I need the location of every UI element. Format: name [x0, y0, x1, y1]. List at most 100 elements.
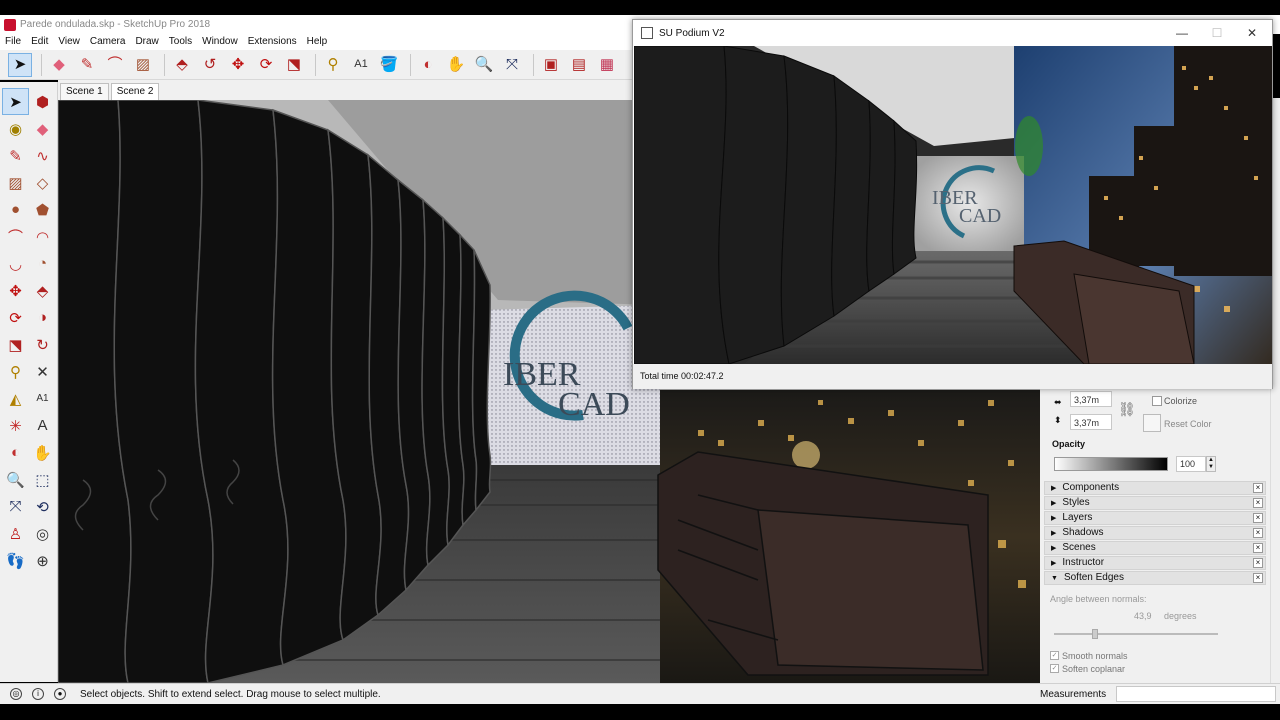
- look-around-icon[interactable]: ◎: [29, 520, 56, 547]
- pan-icon[interactable]: ✋: [444, 53, 468, 77]
- polygon-icon[interactable]: ⬟: [29, 196, 56, 223]
- colorize-checkbox[interactable]: [1152, 396, 1162, 406]
- menu-tools[interactable]: Tools: [164, 34, 197, 50]
- menu-extensions[interactable]: Extensions: [243, 34, 302, 50]
- select-icon[interactable]: ➤: [2, 88, 29, 115]
- scale-icon[interactable]: ⬔: [2, 331, 29, 358]
- menu-view[interactable]: View: [53, 34, 85, 50]
- opacity-value-field[interactable]: 100: [1176, 456, 1206, 472]
- offset-icon[interactable]: ↻: [29, 331, 56, 358]
- menu-window[interactable]: Window: [197, 34, 243, 50]
- menu-file[interactable]: File: [0, 34, 26, 50]
- close-icon[interactable]: ×: [1253, 573, 1263, 583]
- make-component-icon[interactable]: ⬢: [29, 88, 56, 115]
- rotate-icon[interactable]: ⟳: [254, 53, 278, 77]
- warehouse-icon[interactable]: ▣: [539, 53, 563, 77]
- close-icon[interactable]: ×: [1253, 543, 1263, 553]
- eraser-icon[interactable]: ◆: [29, 115, 56, 142]
- zoom-extents-icon[interactable]: ⤧: [500, 53, 524, 77]
- angle-slider-thumb[interactable]: [1092, 629, 1098, 639]
- zoom-extents-icon[interactable]: ⤧: [2, 493, 29, 520]
- close-icon[interactable]: ×: [1253, 483, 1263, 493]
- circle-icon[interactable]: ●: [2, 196, 29, 223]
- maximize-icon[interactable]: ☐: [1202, 24, 1232, 42]
- link-chain-icon[interactable]: ⛓: [1118, 401, 1136, 418]
- dimension-icon[interactable]: ✕: [29, 358, 56, 385]
- menu-draw[interactable]: Draw: [130, 34, 163, 50]
- previous-view-icon[interactable]: ⟲: [29, 493, 56, 520]
- opacity-slider[interactable]: [1054, 457, 1168, 471]
- tape-icon[interactable]: ⚲: [2, 358, 29, 385]
- geo-location-icon[interactable]: ◎: [10, 688, 22, 700]
- panel-scenes[interactable]: ▶ Scenes ×: [1044, 541, 1266, 555]
- extension-warehouse-icon[interactable]: ▤: [567, 53, 591, 77]
- rotate-icon[interactable]: ⟳: [2, 304, 29, 331]
- zoom-icon[interactable]: 🔍: [2, 466, 29, 493]
- close-icon[interactable]: ×: [1253, 528, 1263, 538]
- pushpull-icon[interactable]: ⬘: [170, 53, 194, 77]
- tape-icon[interactable]: ⚲: [321, 53, 345, 77]
- menu-edit[interactable]: Edit: [26, 34, 53, 50]
- rectangle-icon[interactable]: ▨: [131, 53, 155, 77]
- orbit-icon[interactable]: ◐: [2, 439, 29, 466]
- two-point-arc-icon[interactable]: ◠: [29, 223, 56, 250]
- pushpull-icon[interactable]: ⬘: [29, 277, 56, 304]
- measurements-input[interactable]: [1116, 686, 1276, 702]
- close-icon[interactable]: ×: [1253, 513, 1263, 523]
- protractor-icon[interactable]: ◭: [2, 385, 29, 412]
- panel-components[interactable]: ▶ Components ×: [1044, 481, 1266, 495]
- pie-icon[interactable]: ◔: [29, 250, 56, 277]
- soften-coplanar-checkbox[interactable]: ✓: [1050, 664, 1059, 673]
- close-icon[interactable]: ✕: [1237, 24, 1267, 42]
- move-icon[interactable]: ✥: [2, 277, 29, 304]
- minimize-icon[interactable]: —: [1167, 24, 1197, 42]
- pencil-icon[interactable]: ✎: [75, 53, 99, 77]
- followme-icon[interactable]: ◑: [29, 304, 56, 331]
- walk-icon[interactable]: 👣: [2, 547, 29, 574]
- texture-height-field[interactable]: 3,37m: [1070, 414, 1112, 430]
- texture-width-field[interactable]: 3,37m: [1070, 391, 1112, 407]
- panel-instructor[interactable]: ▶ Instructor ×: [1044, 556, 1266, 570]
- opacity-spinner[interactable]: ▲ ▼: [1206, 456, 1216, 472]
- 3d-text-icon[interactable]: A: [29, 412, 56, 439]
- menu-camera[interactable]: Camera: [85, 34, 131, 50]
- send-to-layout-icon[interactable]: ▦: [595, 53, 619, 77]
- pencil-icon[interactable]: ✎: [2, 142, 29, 169]
- paint-icon[interactable]: 🪣: [377, 53, 401, 77]
- position-camera-icon[interactable]: ♙: [2, 520, 29, 547]
- reset-color-swatch[interactable]: [1143, 414, 1161, 432]
- scale-icon[interactable]: ⬔: [282, 53, 306, 77]
- user-icon[interactable]: ●: [54, 688, 66, 700]
- panel-styles[interactable]: ▶ Styles ×: [1044, 496, 1266, 510]
- text-icon[interactable]: A1: [349, 53, 373, 77]
- zoom-icon[interactable]: 🔍: [472, 53, 496, 77]
- rectangle-icon[interactable]: ▨: [2, 169, 29, 196]
- zoom-window-icon[interactable]: ⬚: [29, 466, 56, 493]
- section-plane-icon[interactable]: ⊕: [29, 547, 56, 574]
- freehand-icon[interactable]: ∿: [29, 142, 56, 169]
- three-point-arc-icon[interactable]: ◡: [2, 250, 29, 277]
- axes-icon[interactable]: ✳: [2, 412, 29, 439]
- close-icon[interactable]: ×: [1253, 558, 1263, 568]
- select-icon[interactable]: ➤: [8, 52, 32, 77]
- pan-icon[interactable]: ✋: [29, 439, 56, 466]
- text-icon[interactable]: A1: [29, 385, 56, 412]
- panel-shadows[interactable]: ▶ Shadows ×: [1044, 526, 1266, 540]
- panel-layers[interactable]: ▶ Layers ×: [1044, 511, 1266, 525]
- tab-scene-2[interactable]: Scene 2: [110, 83, 160, 100]
- panel-soften-edges[interactable]: ▼ Soften Edges ×: [1044, 571, 1266, 585]
- menu-help[interactable]: Help: [302, 34, 333, 50]
- followme-icon[interactable]: ↺: [198, 53, 222, 77]
- rotated-rectangle-icon[interactable]: ◇: [29, 169, 56, 196]
- orbit-icon[interactable]: ◐: [416, 53, 440, 77]
- info-icon[interactable]: i: [32, 688, 44, 700]
- move-icon[interactable]: ✥: [226, 53, 250, 77]
- arc-icon[interactable]: ⌒: [103, 53, 127, 77]
- smooth-normals-checkbox[interactable]: ✓: [1050, 651, 1059, 660]
- angle-slider-track[interactable]: [1054, 633, 1218, 635]
- close-icon[interactable]: ×: [1253, 498, 1263, 508]
- tab-scene-1[interactable]: Scene 1: [60, 83, 109, 100]
- eraser-icon[interactable]: ◆: [47, 53, 71, 77]
- paint-icon[interactable]: ◉: [2, 115, 29, 142]
- arc-icon[interactable]: ⌒: [2, 223, 29, 250]
